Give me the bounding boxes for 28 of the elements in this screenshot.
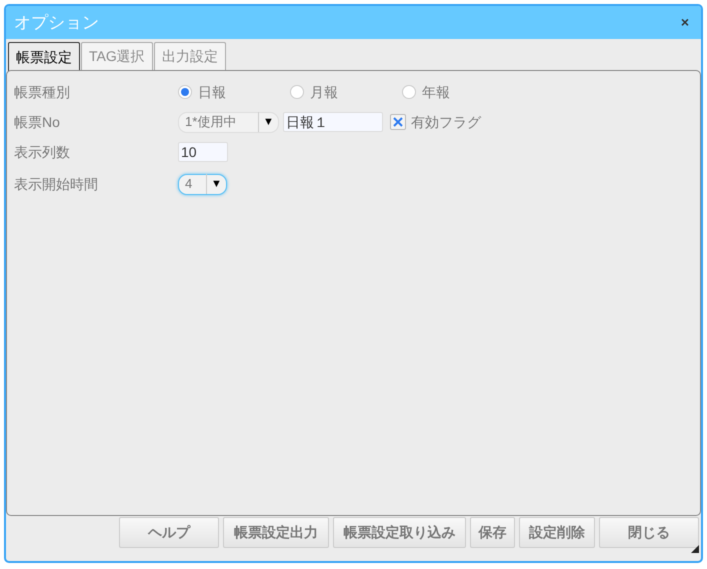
dialog-button[interactable]: 閉じる bbox=[599, 517, 699, 548]
tab[interactable]: TAG選択 bbox=[81, 42, 153, 70]
tab[interactable]: 帳票設定 bbox=[8, 42, 80, 71]
dialog-button[interactable]: 帳票設定取り込み bbox=[333, 517, 466, 548]
dialog-button[interactable]: ヘルプ bbox=[119, 517, 219, 548]
field-label: 帳票種別 bbox=[14, 82, 71, 102]
dialog-button[interactable]: 保存 bbox=[470, 517, 515, 548]
checkbox-label: 有効フラグ bbox=[410, 112, 481, 132]
dialog-button[interactable]: 設定削除 bbox=[519, 517, 595, 548]
radio-button[interactable] bbox=[178, 85, 192, 99]
column-count-field[interactable]: 10 bbox=[178, 142, 228, 162]
resize-grip-icon[interactable] bbox=[691, 545, 699, 553]
field-label: 帳票No bbox=[14, 112, 61, 132]
field-label: 表示開始時間 bbox=[14, 174, 99, 194]
checkbox[interactable] bbox=[390, 114, 406, 130]
close-button[interactable]: × bbox=[676, 12, 693, 33]
radio-label: 日報 bbox=[198, 82, 226, 102]
tab[interactable]: 出力設定 bbox=[154, 42, 226, 70]
field-label: 表示列数 bbox=[14, 142, 71, 162]
radio-label: 年報 bbox=[422, 82, 450, 102]
dropdown[interactable]: 1*使用中 ▼ bbox=[178, 112, 279, 132]
dropdown[interactable]: 4 ▼ bbox=[178, 174, 227, 194]
radio-button[interactable] bbox=[290, 85, 304, 99]
radio-label: 月報 bbox=[310, 82, 338, 102]
radio-button[interactable] bbox=[402, 85, 416, 99]
dialog-button[interactable]: 帳票設定出力 bbox=[223, 517, 329, 548]
report-name-field[interactable]: 日報１ bbox=[282, 112, 383, 132]
window-title: オプション bbox=[14, 12, 99, 34]
